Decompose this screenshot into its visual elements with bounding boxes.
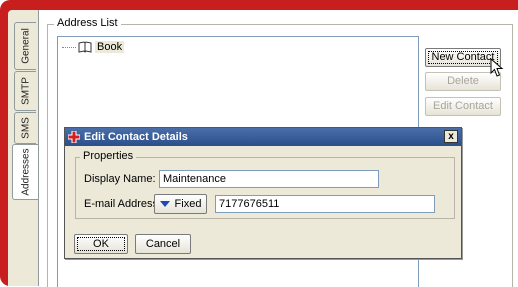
display-name-label: Display Name: <box>84 173 156 185</box>
edit-contact-button[interactable]: Edit Contact <box>425 97 501 116</box>
tab-sms[interactable]: SMS <box>14 112 36 144</box>
display-name-field[interactable]: Maintenance <box>159 170 379 188</box>
email-mode-label: Fixed <box>174 198 202 210</box>
properties-title: Properties <box>80 150 137 162</box>
dialog-title: Edit Contact Details <box>84 131 188 143</box>
tree-connector <box>62 46 76 48</box>
tab-general[interactable]: General <box>14 22 36 70</box>
tree-item-label: Book <box>95 41 125 53</box>
book-icon <box>78 41 92 53</box>
tab-sms-label: SMS <box>20 117 31 139</box>
app-icon <box>68 131 80 143</box>
tab-smtp[interactable]: SMTP <box>14 71 36 111</box>
tree-item-book[interactable]: Book <box>62 41 125 53</box>
email-address-field[interactable]: 7177676511 <box>215 195 435 213</box>
email-address-label: E-mail Address: <box>84 198 162 210</box>
tab-smtp-label: SMTP <box>20 77 31 105</box>
tab-addresses[interactable]: Addresses <box>12 144 38 200</box>
edit-contact-dialog: Edit Contact Details x Properties Displa… <box>64 127 462 259</box>
close-button[interactable]: x <box>444 130 458 143</box>
tab-addresses-label: Addresses <box>20 148 31 196</box>
chevron-down-icon <box>159 201 170 207</box>
email-mode-dropdown[interactable]: Fixed <box>154 194 207 214</box>
cancel-button[interactable]: Cancel <box>135 234 191 254</box>
dialog-titlebar: Edit Contact Details x <box>65 128 461 146</box>
tab-general-label: General <box>20 28 31 64</box>
address-list-title: Address List <box>54 17 121 29</box>
mouse-cursor-icon <box>490 58 504 77</box>
ok-button[interactable]: OK <box>74 234 128 254</box>
